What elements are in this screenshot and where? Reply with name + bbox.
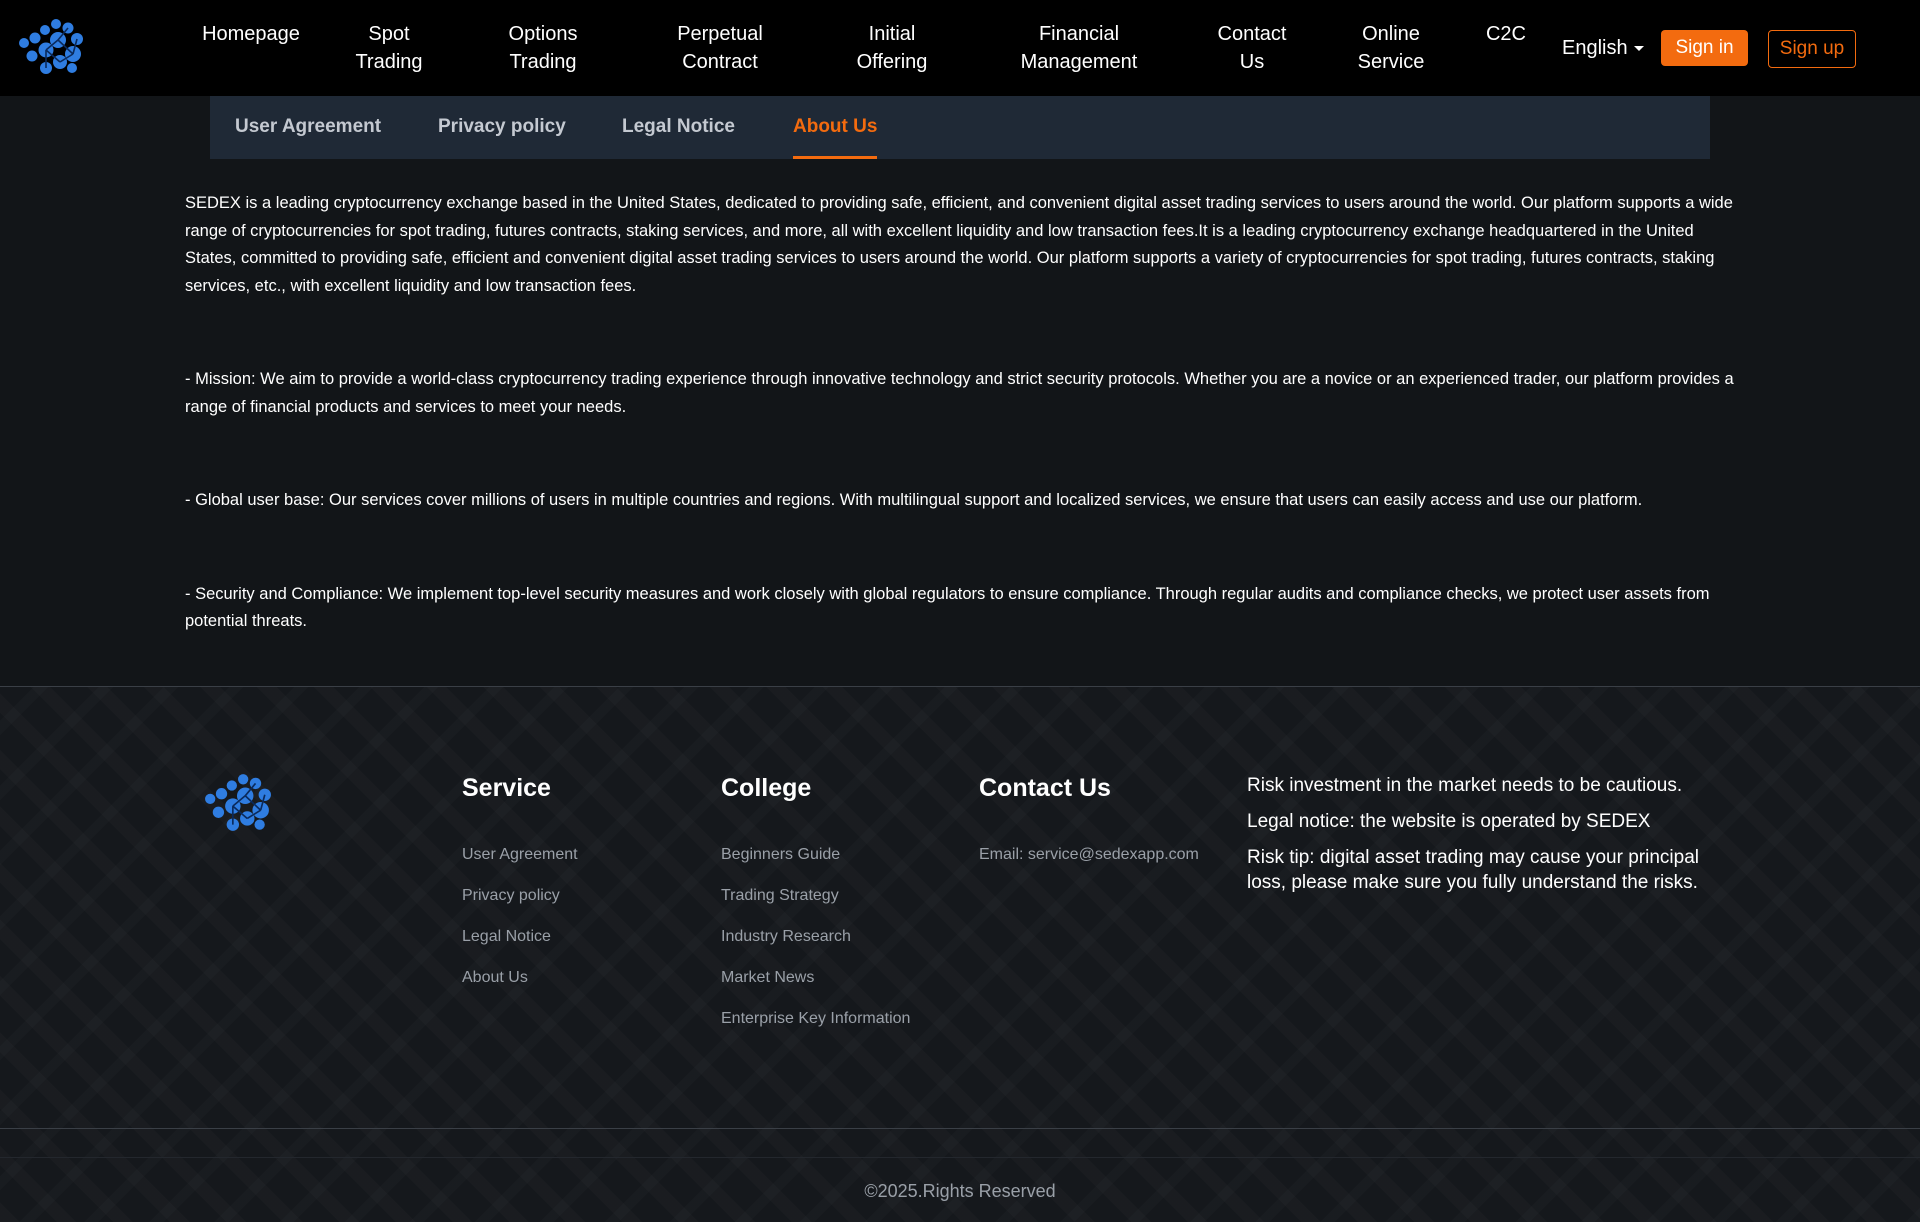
copyright-text: ©2025.Rights Reserved bbox=[864, 1181, 1056, 1201]
intro-paragraph: SEDEX is a leading cryptocurrency exchan… bbox=[185, 194, 1733, 295]
footer-link-market-news[interactable]: Market News bbox=[721, 968, 910, 988]
legal-tabs: User Agreement Privacy policy Legal Noti… bbox=[210, 96, 1710, 159]
nav-homepage[interactable]: Homepage bbox=[202, 20, 300, 48]
footer-link-enterprise-key-information[interactable]: Enterprise Key Information bbox=[721, 1009, 910, 1029]
tab-privacy-policy[interactable]: Privacy policy bbox=[438, 96, 566, 159]
footer-college-title: College bbox=[721, 774, 812, 802]
footer-divider-secondary bbox=[0, 1157, 1920, 1158]
risk-line-risk-tip: Risk tip: digital asset trading may caus… bbox=[1247, 847, 1699, 893]
footer-link-beginners-guide[interactable]: Beginners Guide bbox=[721, 845, 910, 865]
tab-user-agreement[interactable]: User Agreement bbox=[235, 96, 381, 159]
nav-online-service[interactable]: Online Service bbox=[1358, 20, 1425, 76]
sign-up-button[interactable]: Sign up bbox=[1768, 30, 1856, 68]
security-compliance-paragraph: - Security and Compliance: We implement … bbox=[185, 584, 1710, 631]
risk-line-caution: Risk investment in the market needs to b… bbox=[1247, 775, 1683, 796]
top-nav-bar: Homepage Spot Trading Options Trading Pe… bbox=[0, 0, 1920, 96]
footer-college-column: College Beginners Guide Trading Strategy… bbox=[721, 773, 910, 1050]
tab-legal-notice[interactable]: Legal Notice bbox=[622, 96, 735, 159]
footer-contact-column: Contact Us Email: service@sedexapp.com bbox=[979, 773, 1199, 886]
global-user-base-paragraph: - Global user base: Our services cover m… bbox=[185, 491, 1643, 509]
footer-divider bbox=[0, 1128, 1920, 1129]
footer-link-user-agreement[interactable]: User Agreement bbox=[462, 845, 578, 865]
language-label: English bbox=[1562, 37, 1628, 59]
footer-contact-email[interactable]: Email: service@sedexapp.com bbox=[979, 845, 1199, 865]
footer-link-privacy-policy[interactable]: Privacy policy bbox=[462, 886, 578, 906]
footer: Service User Agreement Privacy policy Le… bbox=[0, 686, 1920, 1222]
footer-link-trading-strategy[interactable]: Trading Strategy bbox=[721, 886, 910, 906]
footer-link-legal-notice[interactable]: Legal Notice bbox=[462, 927, 578, 947]
tab-about-us[interactable]: About Us bbox=[793, 96, 878, 159]
mission-paragraph: - Mission: We aim to provide a world-cla… bbox=[185, 370, 1734, 416]
sedex-logo-icon[interactable] bbox=[204, 773, 272, 833]
caret-down-icon bbox=[1633, 46, 1644, 52]
footer-risk-notice: Risk investment in the market needs to b… bbox=[1247, 773, 1707, 906]
footer-contact-title: Contact Us bbox=[979, 774, 1111, 802]
footer-service-title: Service bbox=[462, 774, 551, 802]
about-us-content: SEDEX is a leading cryptocurrency exchan… bbox=[185, 190, 1735, 636]
footer-link-about-us[interactable]: About Us bbox=[462, 968, 578, 988]
nav-c2c[interactable]: C2C bbox=[1486, 20, 1526, 48]
nav-options-trading[interactable]: Options Trading bbox=[509, 20, 578, 76]
nav-initial-offering[interactable]: Initial Offering bbox=[857, 20, 928, 76]
nav-contact-us[interactable]: Contact Us bbox=[1218, 20, 1287, 76]
language-selector[interactable]: English bbox=[1562, 34, 1644, 62]
sign-in-button[interactable]: Sign in bbox=[1661, 30, 1748, 66]
sedex-logo-icon[interactable] bbox=[18, 18, 84, 76]
footer-link-industry-research[interactable]: Industry Research bbox=[721, 927, 910, 947]
footer-service-column: Service User Agreement Privacy policy Le… bbox=[462, 773, 578, 1009]
nav-perpetual-contract[interactable]: Perpetual Contract bbox=[677, 20, 763, 76]
risk-line-legal-notice: Legal notice: the website is operated by… bbox=[1247, 811, 1651, 832]
nav-financial-management[interactable]: Financial Management bbox=[1021, 20, 1138, 76]
nav-spot-trading[interactable]: Spot Trading bbox=[355, 20, 422, 76]
